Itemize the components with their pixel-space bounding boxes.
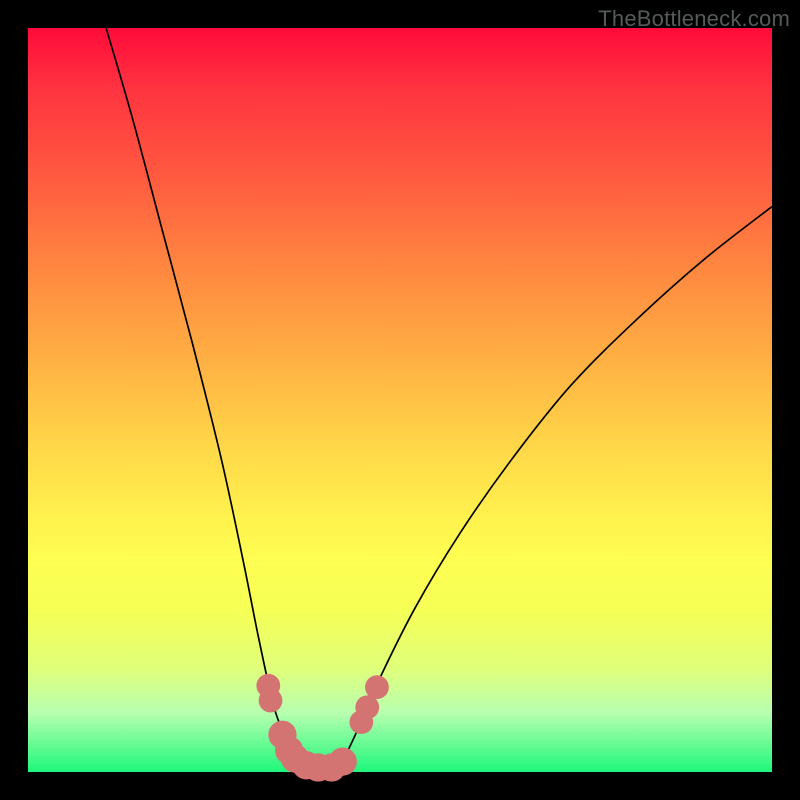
- curve-marker: [329, 747, 357, 775]
- chart-frame: TheBottleneck.com: [0, 0, 800, 800]
- curve-marker: [365, 675, 389, 699]
- curve-marker: [259, 689, 283, 713]
- chart-svg: [28, 28, 772, 772]
- marker-group: [256, 674, 388, 782]
- bottleneck-curve: [106, 28, 772, 769]
- plot-area: [28, 28, 772, 772]
- watermark-label: TheBottleneck.com: [598, 6, 790, 32]
